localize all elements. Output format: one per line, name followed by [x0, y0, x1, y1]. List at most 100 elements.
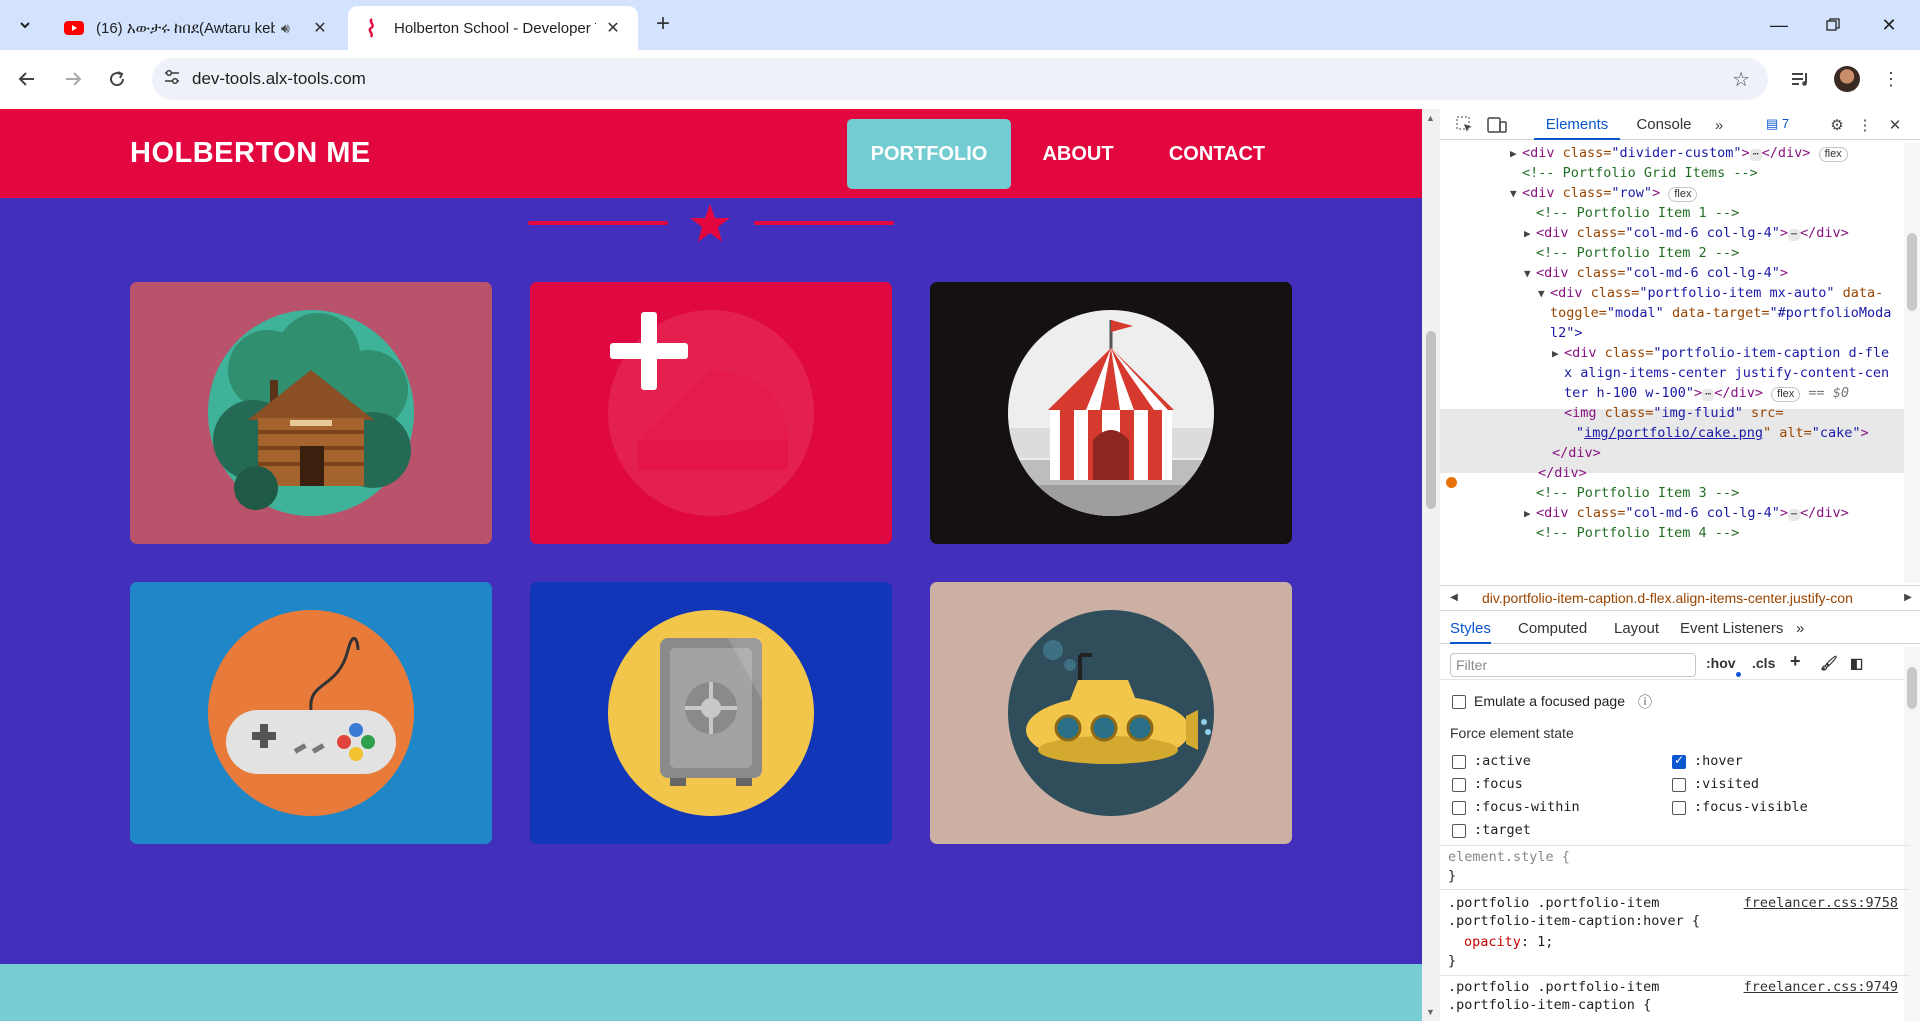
more-tabs-icon[interactable]: » — [1796, 614, 1804, 644]
hov-toggle[interactable]: :hov — [1706, 655, 1736, 671]
new-tab-button[interactable]: + — [650, 12, 676, 38]
portfolio-item-circus[interactable] — [930, 282, 1292, 544]
state-active-checkbox[interactable] — [1452, 755, 1466, 769]
close-window-button[interactable]: ✕ — [1866, 8, 1912, 42]
styles-scrollbar[interactable] — [1904, 647, 1920, 1021]
profile-avatar[interactable] — [1832, 64, 1862, 94]
tab-youtube[interactable]: (16) አውታሩ ከበደ(Awtaru kebede) 🔊︎ ✕ — [50, 6, 345, 50]
settings-gear-icon[interactable]: ⚙ — [1826, 114, 1848, 136]
chevron-left-icon[interactable]: ◀ — [1446, 586, 1462, 610]
minimize-button[interactable]: — — [1756, 8, 1802, 42]
address-bar[interactable]: dev-tools.alx-tools.com ☆ — [152, 58, 1768, 100]
collapse-triangle-icon[interactable]: ▼ — [1524, 264, 1536, 284]
expand-triangle-icon[interactable]: ▶ — [1524, 224, 1536, 244]
dom-comment[interactable]: <!-- Portfolio Item 3 --> — [1536, 483, 1739, 503]
css-declaration[interactable]: opacity: 1; — [1464, 934, 1553, 950]
nav-contact[interactable]: CONTACT — [1152, 119, 1282, 189]
expand-triangle-icon[interactable]: ▶ — [1552, 344, 1564, 364]
state-target-checkbox[interactable] — [1452, 824, 1466, 838]
site-brand[interactable]: HOLBERTON ME — [130, 137, 371, 170]
toggle-sidebar-icon[interactable]: ◧ — [1850, 655, 1863, 672]
expand-triangle-icon[interactable]: ▶ — [1524, 504, 1536, 524]
state-hover-checkbox[interactable] — [1672, 753, 1686, 769]
media-controls-icon[interactable] — [1786, 64, 1816, 94]
state-focus-within-checkbox[interactable] — [1452, 801, 1466, 815]
scroll-down-icon[interactable]: ▼ — [1426, 1007, 1435, 1017]
tab-elements[interactable]: Elements — [1534, 109, 1620, 140]
ellipsis-icon[interactable]: ⋯ — [1788, 229, 1801, 241]
rule-selector[interactable]: .portfolio .portfolio-item — [1448, 979, 1659, 995]
new-rule-icon[interactable]: + — [1790, 651, 1801, 672]
dom-comment[interactable]: <!-- Portfolio Grid Items --> — [1522, 163, 1758, 183]
close-icon[interactable]: ✕ — [309, 18, 331, 38]
tab-console[interactable]: Console — [1626, 109, 1702, 140]
ellipsis-icon[interactable]: ⋯ — [1788, 509, 1801, 521]
ellipsis-icon[interactable]: ⋯ — [1702, 389, 1715, 401]
scrollbar-thumb[interactable] — [1907, 667, 1917, 709]
portfolio-item-cake[interactable] — [530, 282, 892, 544]
reload-button[interactable] — [102, 64, 132, 94]
site-info-icon[interactable] — [152, 69, 192, 90]
bookmark-star-icon[interactable]: ☆ — [1732, 67, 1750, 92]
close-devtools-icon[interactable]: ✕ — [1884, 114, 1906, 136]
dom-close-tag[interactable]: </div> — [1538, 463, 1587, 483]
breadcrumb-path[interactable]: div.portfolio-item-caption.d-flex.align-… — [1482, 586, 1892, 610]
css-property[interactable]: opacity — [1464, 934, 1521, 950]
collapse-triangle-icon[interactable]: ▼ — [1510, 184, 1522, 204]
page-scrollbar[interactable]: ▲ ▼ — [1422, 109, 1440, 1021]
filter-input[interactable]: Filter — [1450, 653, 1696, 677]
collapse-triangle-icon[interactable]: ▼ — [1538, 284, 1550, 304]
scrollbar-thumb[interactable] — [1907, 233, 1917, 311]
emulate-focus-checkbox[interactable] — [1452, 695, 1466, 709]
dom-node[interactable]: ▶ <div class="col-md-6 col-lg-4"> ⋯ </div> — [1524, 223, 1849, 243]
dom-node-selected[interactable]: ▶ <div class="portfolio-item-caption d-fl… — [1552, 343, 1889, 363]
more-tabs-icon[interactable]: » — [1708, 114, 1730, 136]
state-focus-visible-checkbox[interactable] — [1672, 801, 1686, 815]
dom-scrollbar[interactable] — [1904, 143, 1920, 583]
dom-node[interactable]: ▼ <div class="col-md-6 col-lg-4"> — [1524, 263, 1788, 283]
dom-comment[interactable]: <!-- Portfolio Item 2 --> — [1536, 243, 1739, 263]
tab-styles[interactable]: Styles — [1450, 614, 1491, 644]
help-icon[interactable]: ⓘ — [1638, 692, 1652, 712]
element-style-rule[interactable]: element.style { — [1448, 849, 1570, 865]
dom-comment[interactable]: <!-- Portfolio Item 1 --> — [1536, 203, 1739, 223]
close-icon[interactable]: ✕ — [602, 18, 624, 38]
cls-toggle[interactable]: .cls — [1752, 655, 1775, 671]
img-src-link[interactable]: img/portfolio/cake.png — [1584, 425, 1763, 441]
expand-triangle-icon[interactable]: ▶ — [1510, 144, 1522, 164]
nav-portfolio[interactable]: PORTFOLIO — [847, 119, 1011, 189]
inspect-element-icon[interactable] — [1454, 114, 1476, 136]
flex-badge[interactable]: flex — [1771, 387, 1801, 402]
rule-selector[interactable]: .portfolio-item-caption { — [1448, 997, 1651, 1013]
portfolio-item-caption[interactable] — [530, 282, 892, 544]
dom-node[interactable]: ▼ <div class="row"> flex — [1510, 183, 1698, 204]
portfolio-item-game[interactable] — [130, 582, 492, 844]
paint-brush-icon[interactable]: 🖌︎ — [1820, 655, 1838, 672]
scroll-up-icon[interactable]: ▲ — [1426, 113, 1435, 123]
dom-close-tag[interactable]: </div> — [1552, 443, 1601, 463]
source-link[interactable]: freelancer.css:9749 — [1744, 979, 1898, 995]
state-focus-checkbox[interactable] — [1452, 778, 1466, 792]
issues-counter[interactable]: ▤ 7 — [1766, 116, 1789, 132]
device-toolbar-icon[interactable] — [1486, 114, 1508, 136]
flex-badge[interactable]: flex — [1668, 187, 1698, 202]
portfolio-item-cabin[interactable] — [130, 282, 492, 544]
rule-selector[interactable]: .portfolio .portfolio-item — [1448, 895, 1659, 911]
dom-node[interactable]: <img class="img-fluid" src= — [1564, 403, 1783, 423]
speaker-icon[interactable]: 🔊︎ — [281, 20, 303, 37]
more-options-icon[interactable]: ⋮ — [1854, 114, 1876, 136]
css-value[interactable]: 1; — [1529, 934, 1553, 950]
rule-selector[interactable]: .portfolio-item-caption:hover { — [1448, 913, 1700, 929]
scrollbar-thumb[interactable] — [1426, 331, 1436, 509]
portfolio-item-submarine[interactable] — [930, 582, 1292, 844]
dom-node[interactable]: ▶ <div class="col-md-6 col-lg-4"> ⋯ </div> — [1524, 503, 1849, 523]
state-visited-checkbox[interactable] — [1672, 778, 1686, 792]
forward-button[interactable] — [58, 64, 88, 94]
dom-node[interactable]: ▼ <div class="portfolio-item mx-auto" dat… — [1538, 283, 1883, 303]
restore-button[interactable] — [1810, 8, 1856, 42]
tab-computed[interactable]: Computed — [1518, 614, 1587, 644]
chevron-right-icon[interactable]: ▶ — [1900, 586, 1916, 610]
tab-layout[interactable]: Layout — [1614, 614, 1659, 644]
portfolio-item-safe[interactable] — [530, 582, 892, 844]
back-button[interactable] — [12, 64, 42, 94]
